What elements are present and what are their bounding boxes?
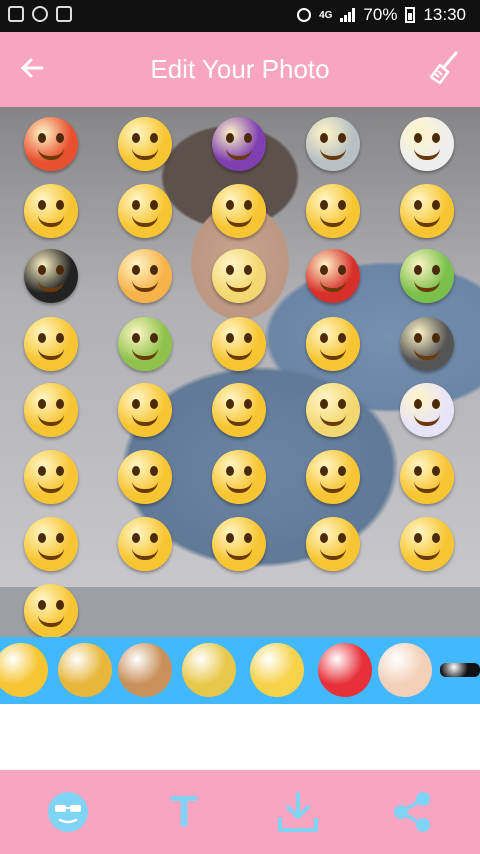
yum-emoji[interactable] — [24, 184, 78, 238]
heart-eyes-blush-emoji[interactable] — [118, 249, 172, 303]
clock: 13:30 — [423, 5, 466, 24]
monkey-sticker[interactable] — [118, 643, 172, 697]
phone-emoji[interactable] — [118, 383, 172, 437]
unamused-emoji[interactable] — [212, 517, 266, 571]
cool-emoji[interactable] — [24, 450, 78, 504]
grin-emoji[interactable] — [306, 450, 360, 504]
heart-eyes-emoji[interactable] — [212, 184, 266, 238]
laughing-emoji[interactable] — [306, 317, 360, 371]
frustrated-emoji[interactable] — [212, 249, 266, 303]
emoji-grid — [0, 107, 480, 637]
rage-emoji[interactable] — [306, 249, 360, 303]
kiss-wink-emoji[interactable] — [306, 184, 360, 238]
halo-emoji[interactable] — [212, 450, 266, 504]
angry-emoji[interactable] — [24, 117, 78, 171]
coffee-emoji[interactable] — [306, 383, 360, 437]
skull-emoji[interactable] — [400, 117, 454, 171]
whatsapp-icon — [32, 6, 48, 22]
text-icon[interactable]: T — [162, 790, 206, 834]
wink-emoji[interactable] — [118, 117, 172, 171]
wifi-icon — [56, 6, 72, 22]
grimacing-emoji[interactable] — [118, 517, 172, 571]
cold-emoji[interactable] — [400, 383, 454, 437]
image-icon — [8, 6, 24, 22]
sticker-strip[interactable] — [0, 637, 480, 704]
smile-emoji[interactable] — [118, 450, 172, 504]
network-type: 4G — [319, 9, 333, 21]
dizzy-emoji[interactable] — [24, 317, 78, 371]
battery-percent: 70% — [363, 5, 398, 24]
battery-icon — [405, 7, 416, 23]
photo-canvas[interactable] — [0, 107, 480, 637]
devil-emoji[interactable] — [212, 117, 266, 171]
broom-icon[interactable] — [426, 50, 462, 86]
page-title: Edit Your Photo — [150, 54, 330, 84]
tongue-wink-emoji[interactable] — [306, 517, 360, 571]
cap-sticker[interactable] — [58, 643, 112, 697]
love-balloon-sticker[interactable] — [318, 643, 372, 697]
grimace-emoji[interactable] — [400, 317, 454, 371]
face-icon[interactable] — [46, 790, 90, 834]
notification-icons — [8, 6, 72, 22]
signal-icon — [340, 8, 356, 22]
bath-chick-sticker[interactable] — [182, 643, 236, 697]
share-icon[interactable] — [390, 790, 434, 834]
app-bar: Edit Your Photo — [0, 32, 480, 107]
girl-sticker[interactable] — [378, 643, 432, 697]
blank-area — [0, 704, 480, 770]
angel-emoji[interactable] — [400, 184, 454, 238]
alarm-icon — [297, 8, 312, 22]
kiss-emoji[interactable] — [400, 450, 454, 504]
heart-eyes-sticker[interactable] — [0, 643, 48, 697]
nauseated-emoji[interactable] — [400, 249, 454, 303]
squint-tongue-emoji[interactable] — [400, 517, 454, 571]
squint-laugh-emoji[interactable] — [24, 584, 78, 637]
bottom-toolbar: T — [0, 770, 480, 854]
drinking-emoji[interactable] — [118, 317, 172, 371]
flushed-emoji[interactable] — [24, 517, 78, 571]
system-icons: 4G 70% 13:30 — [297, 5, 466, 25]
download-icon[interactable] — [276, 790, 320, 834]
sunglasses-emoji[interactable] — [118, 184, 172, 238]
love-you-sticker[interactable] — [250, 643, 304, 697]
bomb-emoji[interactable] — [24, 249, 78, 303]
worried-emoji[interactable] — [24, 383, 78, 437]
sunglasses-sticker[interactable] — [440, 663, 480, 677]
smirk-emoji[interactable] — [212, 317, 266, 371]
alien-emoji[interactable] — [306, 117, 360, 171]
status-bar: 4G 70% 13:30 — [0, 0, 480, 32]
cocktail-emoji[interactable] — [212, 383, 266, 437]
